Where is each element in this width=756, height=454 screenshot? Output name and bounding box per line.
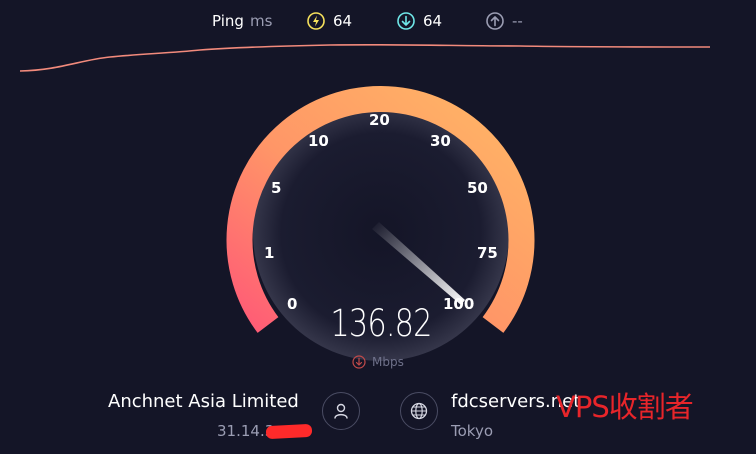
gauge-tick-label: 30 — [430, 132, 451, 150]
speed-value: 136.82 — [330, 302, 432, 345]
gauge-tick-label: 100 — [443, 295, 475, 313]
gauge-tick-label: 1 — [264, 244, 275, 262]
globe-icon-button[interactable] — [400, 392, 438, 430]
speed-unit-label: Mbps — [372, 355, 404, 369]
redaction-mark — [265, 423, 313, 440]
gauge-tick-label: 20 — [369, 111, 390, 129]
server-location: Tokyo — [451, 422, 493, 440]
globe-icon — [410, 402, 428, 420]
gauge-tick-label: 75 — [477, 244, 498, 262]
gauge-tick-label: 5 — [271, 179, 282, 197]
gauge-tick-label: 10 — [308, 132, 329, 150]
speed-line-graph — [19, 43, 711, 72]
arrow-down-circle-icon — [352, 355, 366, 369]
gauge-tick-label: 0 — [287, 295, 298, 313]
user-icon-button[interactable] — [322, 392, 360, 430]
speed-unit: Mbps — [352, 354, 404, 370]
watermark: VPS收割者 — [556, 390, 694, 424]
user-icon — [334, 403, 348, 419]
gauge-tick-label: 50 — [467, 179, 488, 197]
provider-name: Anchnet Asia Limited — [108, 391, 299, 412]
